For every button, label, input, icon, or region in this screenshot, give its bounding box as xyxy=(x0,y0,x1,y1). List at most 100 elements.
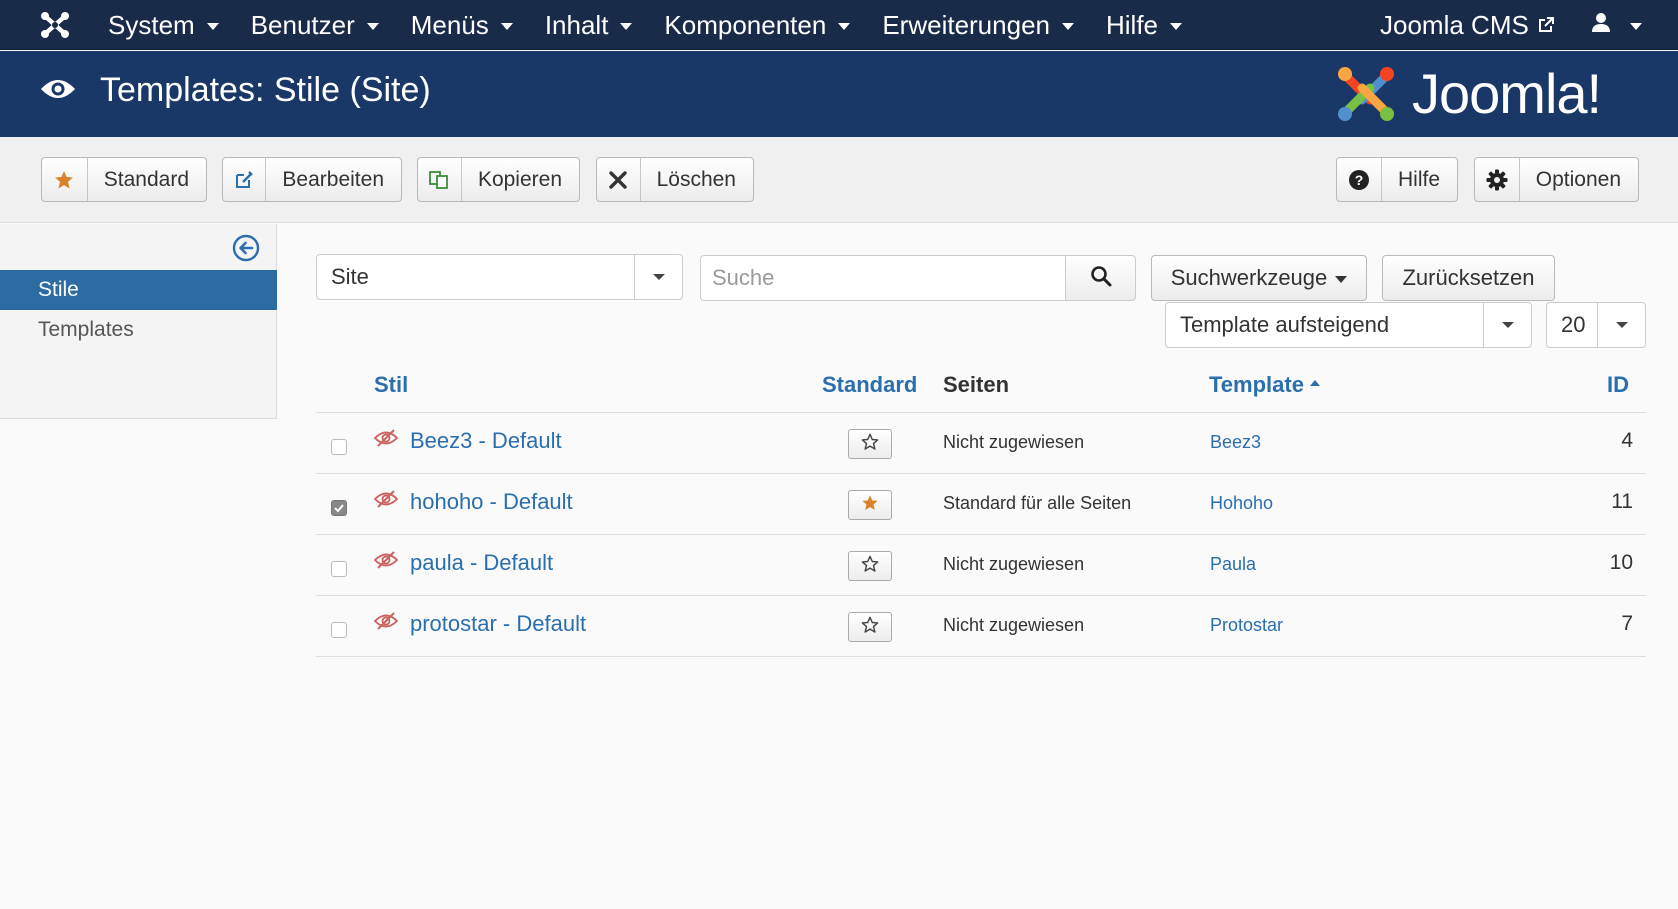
sidebar-item-templates[interactable]: Templates xyxy=(0,310,277,350)
options-button[interactable]: Optionen xyxy=(1474,157,1639,202)
style-link[interactable]: Beez3 - Default xyxy=(410,428,562,454)
menu-menus-label: Menüs xyxy=(410,9,489,40)
sidebar-item-label: Stile xyxy=(38,278,79,301)
brand-wordmark: Joomla! xyxy=(1412,62,1602,125)
table-divider xyxy=(316,656,1646,657)
top-navbar: System Benutzer Menüs Inhalt Komponenten… xyxy=(0,0,1678,50)
column-standard-header[interactable]: Standard xyxy=(822,372,917,398)
chevron-down-icon xyxy=(634,255,682,299)
style-link[interactable]: hohoho - Default xyxy=(410,489,573,515)
delete-button-label: Löschen xyxy=(656,167,736,191)
page-header: Templates: Stile (Site) Joomla! xyxy=(0,51,1678,137)
id-cell: 10 xyxy=(1609,551,1633,574)
standard-button[interactable]: Standard xyxy=(41,157,207,202)
sort-ascending-icon xyxy=(1309,380,1320,387)
pages-cell: Nicht zugewiesen xyxy=(943,554,1085,574)
menu-components[interactable]: Komponenten xyxy=(648,0,866,50)
style-link[interactable]: protostar - Default xyxy=(410,611,586,637)
close-icon xyxy=(597,158,641,201)
copy-button-label: Kopieren xyxy=(477,167,562,191)
menu-extensions-label: Erweiterungen xyxy=(882,9,1050,40)
sidebar: Stile Templates xyxy=(0,224,277,419)
pages-cell: Nicht zugewiesen xyxy=(943,615,1085,635)
star-outline-icon xyxy=(861,433,879,456)
external-link-icon xyxy=(1529,10,1555,41)
chevron-down-icon xyxy=(1630,22,1642,30)
copy-icon xyxy=(418,158,462,201)
table-row: Beez3 - Default Nicht zugewiesen Beez3 4 xyxy=(316,413,1646,473)
options-button-label: Optionen xyxy=(1535,167,1621,191)
star-icon xyxy=(861,494,879,517)
user-menu[interactable] xyxy=(1590,0,1642,50)
menu-users[interactable]: Benutzer xyxy=(235,0,395,50)
style-link[interactable]: paula - Default xyxy=(410,550,553,576)
unpublished-eye-icon[interactable] xyxy=(373,428,399,453)
menu-help[interactable]: Hilfe xyxy=(1090,0,1198,50)
eye-icon xyxy=(40,77,76,106)
set-default-button[interactable] xyxy=(848,429,892,459)
column-pages-header: Seiten xyxy=(943,372,1010,397)
collapse-sidebar-icon[interactable] xyxy=(232,234,260,267)
gear-icon xyxy=(1475,158,1520,201)
joomla-brand-logo: Joomla! xyxy=(1334,61,1602,126)
edit-button[interactable]: Bearbeiten xyxy=(222,157,402,202)
search-input[interactable] xyxy=(700,255,1066,301)
star-outline-icon xyxy=(861,555,879,578)
column-style-header[interactable]: Stil xyxy=(374,372,408,398)
help-button[interactable]: ? Hilfe xyxy=(1336,157,1458,202)
template-link[interactable]: Hohoho xyxy=(1210,493,1273,514)
menu-content-label: Inhalt xyxy=(544,9,609,40)
column-template-label: Template xyxy=(1209,372,1304,397)
sidebar-item-styles[interactable]: Stile xyxy=(0,270,277,310)
default-indicator-button[interactable] xyxy=(848,490,892,520)
template-link[interactable]: Paula xyxy=(1210,554,1256,575)
search-button[interactable] xyxy=(1065,255,1136,301)
set-default-button[interactable] xyxy=(848,551,892,581)
star-icon xyxy=(42,158,88,201)
menu-system-label: System xyxy=(108,9,195,40)
copy-button[interactable]: Kopieren xyxy=(417,157,580,202)
delete-button[interactable]: Löschen xyxy=(596,157,754,202)
unpublished-eye-icon[interactable] xyxy=(373,611,399,636)
reset-button[interactable]: Zurücksetzen xyxy=(1382,255,1555,301)
ordering-select-value: Template aufsteigend xyxy=(1180,312,1390,337)
template-link[interactable]: Protostar xyxy=(1210,615,1283,636)
unpublished-eye-icon[interactable] xyxy=(373,550,399,575)
main-menu: System Benutzer Menüs Inhalt Komponenten… xyxy=(92,0,1198,50)
table-row: hohoho - Default Standard für alle Seite… xyxy=(316,474,1646,534)
chevron-down-icon xyxy=(366,22,379,30)
row-checkbox[interactable] xyxy=(331,561,347,577)
unpublished-eye-icon[interactable] xyxy=(373,489,399,514)
chevron-down-icon xyxy=(1597,303,1645,347)
chevron-down-icon xyxy=(838,22,851,30)
menu-system[interactable]: System xyxy=(92,0,235,50)
column-id-header[interactable]: ID xyxy=(1607,372,1629,398)
column-template-header[interactable]: Template xyxy=(1209,372,1320,398)
set-default-button[interactable] xyxy=(848,612,892,642)
sidebar-item-label: Templates xyxy=(38,318,134,341)
svg-text:?: ? xyxy=(1355,172,1364,188)
joomla-logo-icon[interactable] xyxy=(38,8,72,42)
limit-select-value: 20 xyxy=(1561,312,1586,337)
search-tools-button[interactable]: Suchwerkzeuge xyxy=(1151,255,1367,301)
menu-menus[interactable]: Menüs xyxy=(395,0,529,50)
client-select[interactable]: Site xyxy=(316,254,683,300)
pages-cell: Nicht zugewiesen xyxy=(943,432,1085,452)
standard-button-label: Standard xyxy=(103,167,189,191)
menu-extensions[interactable]: Erweiterungen xyxy=(866,0,1090,50)
row-checkbox[interactable] xyxy=(331,439,347,455)
limit-select[interactable]: 20 xyxy=(1546,302,1646,348)
ordering-select[interactable]: Template aufsteigend xyxy=(1165,302,1532,348)
menu-users-label: Benutzer xyxy=(250,9,355,40)
row-checkbox[interactable] xyxy=(331,622,347,638)
menu-content[interactable]: Inhalt xyxy=(529,0,649,50)
chevron-down-icon xyxy=(1170,22,1182,30)
chevron-down-icon xyxy=(1061,22,1074,30)
row-checkbox[interactable] xyxy=(331,500,347,516)
template-link[interactable]: Beez3 xyxy=(1210,432,1261,453)
chevron-down-icon xyxy=(1483,303,1531,347)
chevron-down-icon xyxy=(500,22,513,30)
client-select-value: Site xyxy=(331,264,369,289)
chevron-down-icon xyxy=(1335,275,1348,283)
site-link[interactable]: Joomla CMS xyxy=(1380,0,1555,50)
